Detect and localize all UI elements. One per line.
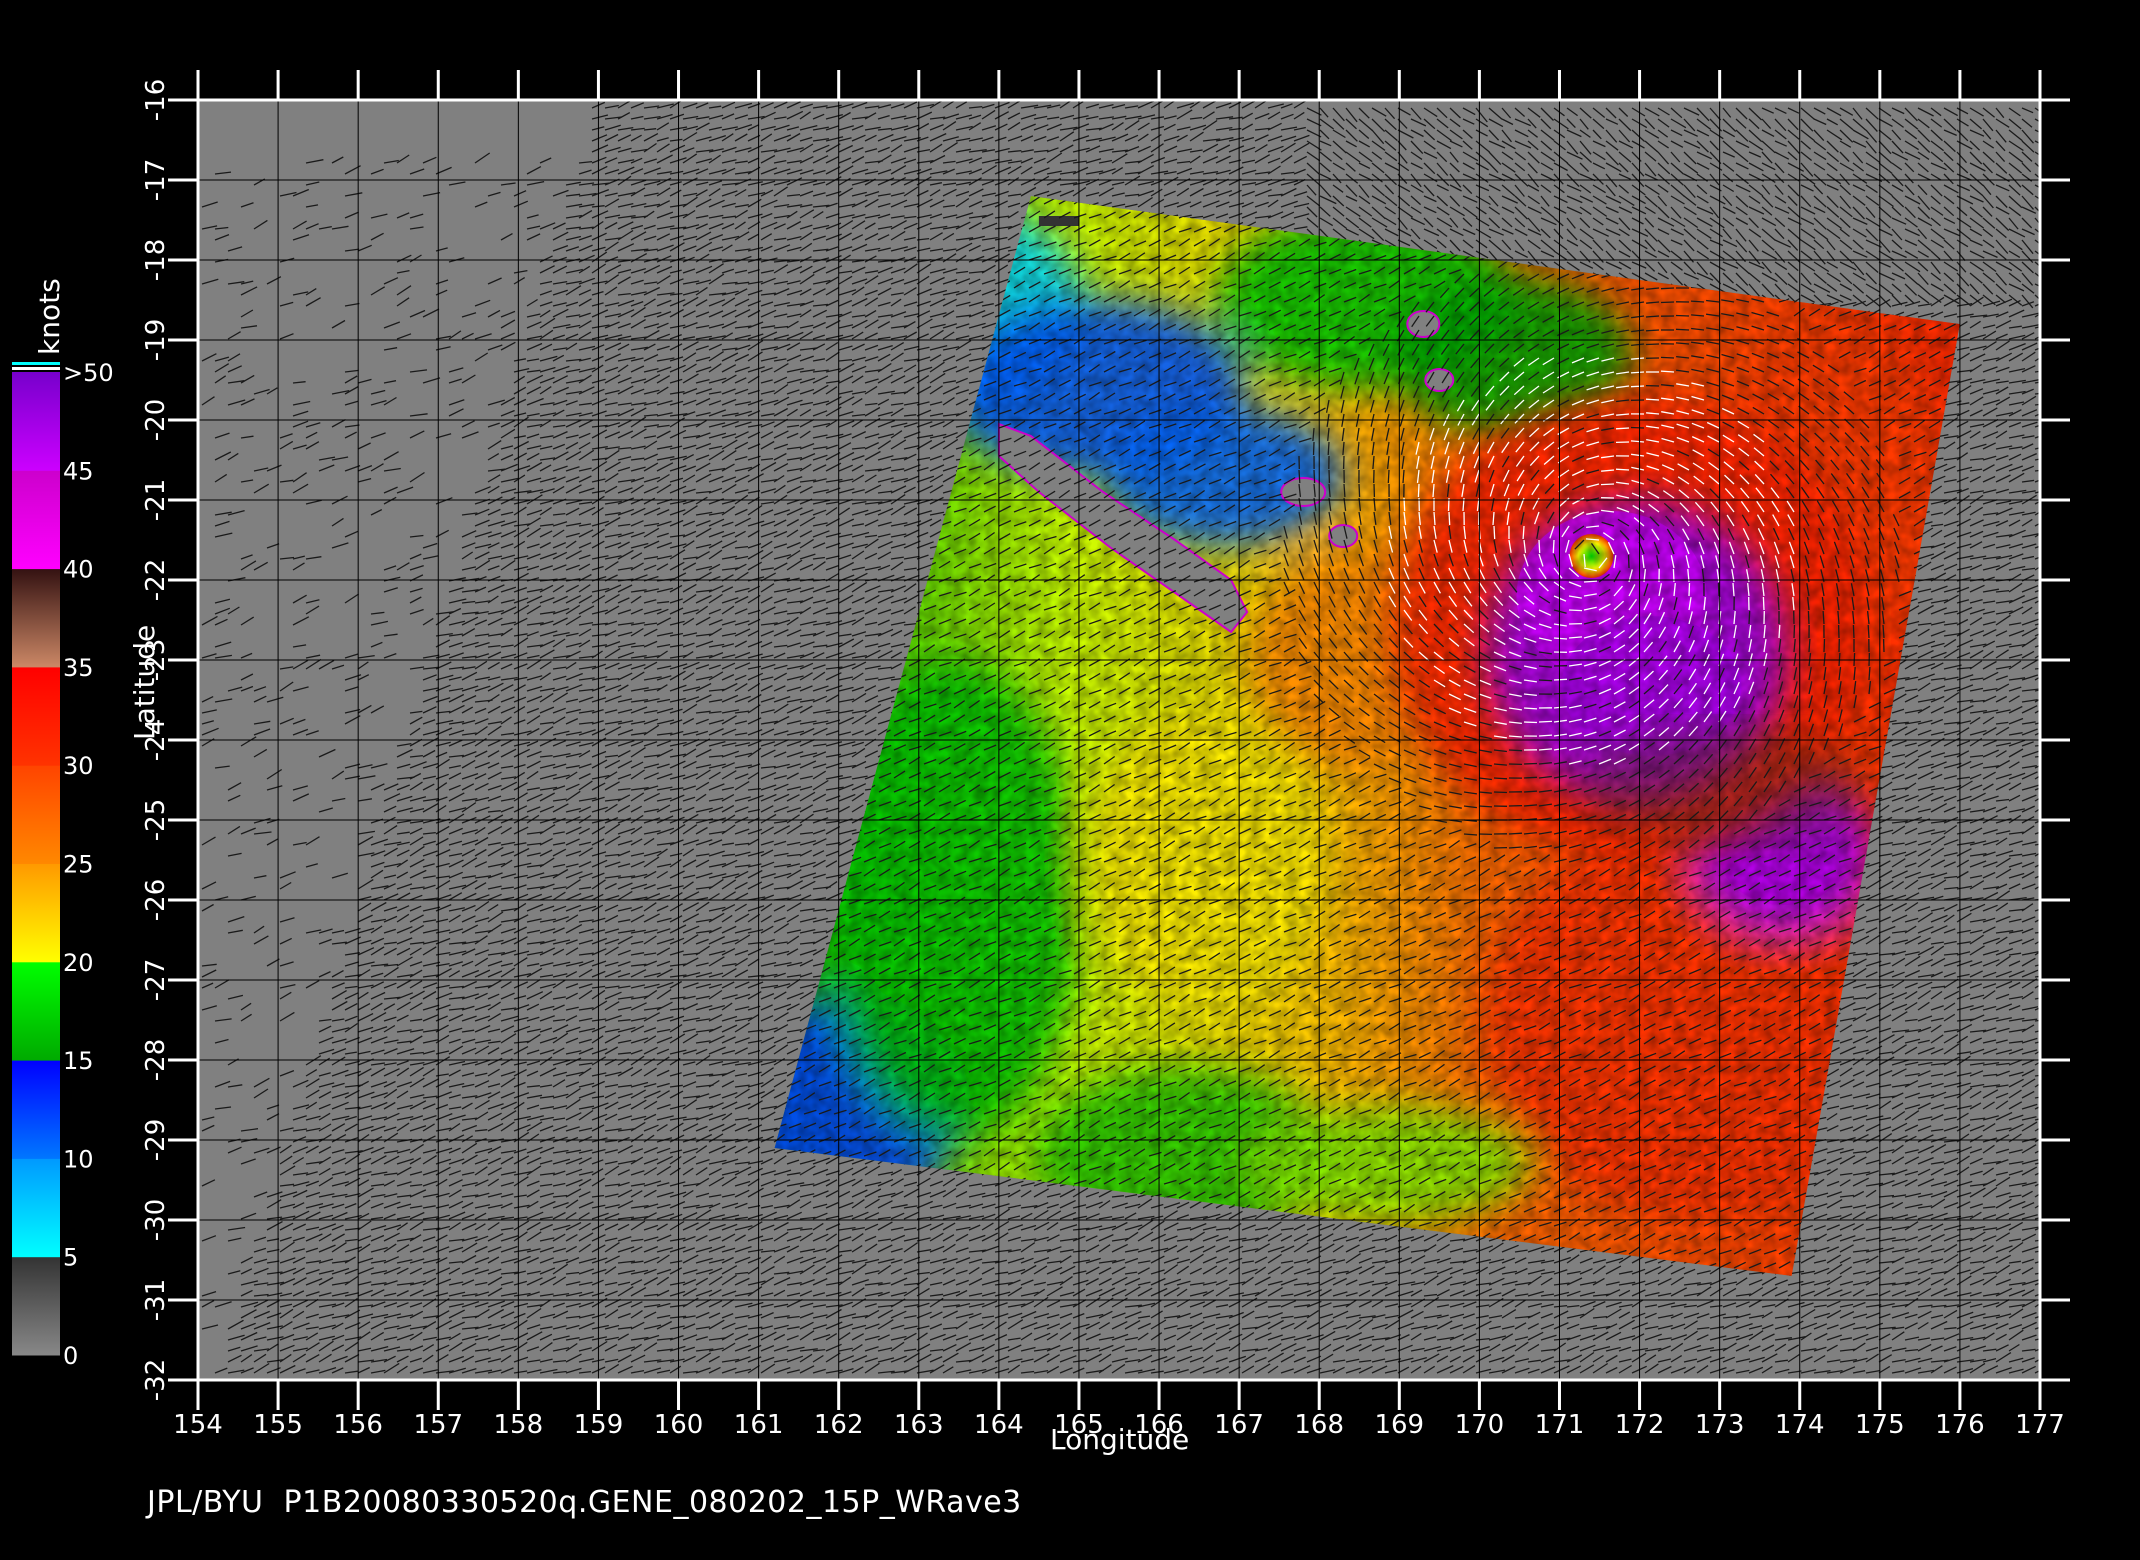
colorbar-band bbox=[12, 863, 60, 963]
colorbar-label: 20 bbox=[63, 949, 94, 977]
y-tick-label: -31 bbox=[141, 1279, 171, 1321]
wind-map: 154 155 156 157 158 159 160 161 162 163 164 165 166 1… bbox=[12, 70, 2070, 1440]
x-tick-label: 164 bbox=[974, 1410, 1024, 1440]
x-tick-label: 170 bbox=[1455, 1410, 1505, 1440]
x-tick-label: 167 bbox=[1214, 1410, 1264, 1440]
colorbar-band bbox=[12, 568, 60, 668]
x-tick-label: 175 bbox=[1855, 1410, 1905, 1440]
colorbar-title: knots bbox=[33, 278, 66, 355]
y-tick-label: -20 bbox=[141, 399, 171, 441]
colorbar-band bbox=[12, 961, 60, 1061]
colorbar-top-marker bbox=[12, 367, 60, 370]
y-axis-label: Latitude bbox=[128, 625, 161, 740]
x-tick-label: 168 bbox=[1294, 1410, 1344, 1440]
x-tick-label: 158 bbox=[494, 1410, 544, 1440]
colorbar-label: 10 bbox=[63, 1145, 94, 1173]
x-tick-label: 171 bbox=[1535, 1410, 1585, 1440]
x-axis-label: Longitude bbox=[1050, 1423, 1189, 1456]
product-caption: JPL/BYU P1B20080330520q.GENE_080202_15P_… bbox=[147, 1485, 1022, 1520]
x-tick-label: 177 bbox=[2015, 1410, 2065, 1440]
x-tick-label: 169 bbox=[1374, 1410, 1424, 1440]
colorbar-label: 45 bbox=[63, 457, 94, 485]
x-tick-label: 174 bbox=[1775, 1410, 1825, 1440]
x-tick-label: 176 bbox=[1935, 1410, 1985, 1440]
colorbar-label: 5 bbox=[63, 1244, 78, 1272]
y-tick-label: -26 bbox=[141, 879, 171, 921]
x-tick-label: 173 bbox=[1695, 1410, 1745, 1440]
x-tick-label: 155 bbox=[253, 1410, 303, 1440]
colorbar-band bbox=[12, 372, 60, 471]
plot-area: 154 155 156 157 158 159 160 161 162 163 164 165 166 1… bbox=[141, 70, 2070, 1440]
y-tick-label: -21 bbox=[141, 479, 171, 521]
colorbar-label: 40 bbox=[63, 556, 94, 584]
mare-land bbox=[1328, 524, 1359, 548]
x-tick-label: 161 bbox=[734, 1410, 784, 1440]
y-tick-label: -28 bbox=[141, 1039, 171, 1081]
colorbar-band bbox=[12, 1256, 60, 1356]
x-tick-label: 154 bbox=[173, 1410, 223, 1440]
y-tick-label: -22 bbox=[141, 559, 171, 601]
x-tick-label: 156 bbox=[333, 1410, 383, 1440]
colorbar-label: 0 bbox=[63, 1342, 78, 1370]
colorbar-label: 25 bbox=[63, 851, 94, 879]
y-tick-label: -19 bbox=[141, 319, 171, 361]
y-tick-label: -30 bbox=[141, 1199, 171, 1241]
x-tick-label: 160 bbox=[654, 1410, 704, 1440]
x-tick-label: 163 bbox=[894, 1410, 944, 1440]
x-tick-label: 172 bbox=[1615, 1410, 1665, 1440]
colorbar-band bbox=[12, 470, 60, 570]
colorbar-top-marker bbox=[12, 362, 60, 365]
y-tick-label: -29 bbox=[141, 1119, 171, 1161]
y-tick-label: -18 bbox=[141, 239, 171, 281]
colorbar-label: 35 bbox=[63, 654, 94, 682]
y-tick-label: -25 bbox=[141, 799, 171, 841]
erromango-land bbox=[1406, 310, 1441, 338]
colorbar-band bbox=[12, 765, 60, 864]
x-tick-label: 162 bbox=[814, 1410, 864, 1440]
colorbar-band bbox=[12, 1060, 60, 1159]
y-tick-label: -27 bbox=[141, 959, 171, 1001]
y-tick-label: -17 bbox=[141, 159, 171, 201]
colorbar: 0 5 10 15 20 25 30 35 40 45 >50 bbox=[12, 359, 114, 1370]
colorbar-band bbox=[12, 666, 60, 766]
x-tick-label: 159 bbox=[574, 1410, 624, 1440]
x-tick-label: 157 bbox=[413, 1410, 463, 1440]
colorbar-band bbox=[12, 1158, 60, 1258]
colorbar-label: 15 bbox=[63, 1047, 94, 1075]
colorbar-label: >50 bbox=[63, 359, 114, 387]
y-tick-label: -32 bbox=[141, 1359, 171, 1401]
y-tick-label: -16 bbox=[141, 79, 171, 121]
colorbar-label: 30 bbox=[63, 752, 94, 780]
